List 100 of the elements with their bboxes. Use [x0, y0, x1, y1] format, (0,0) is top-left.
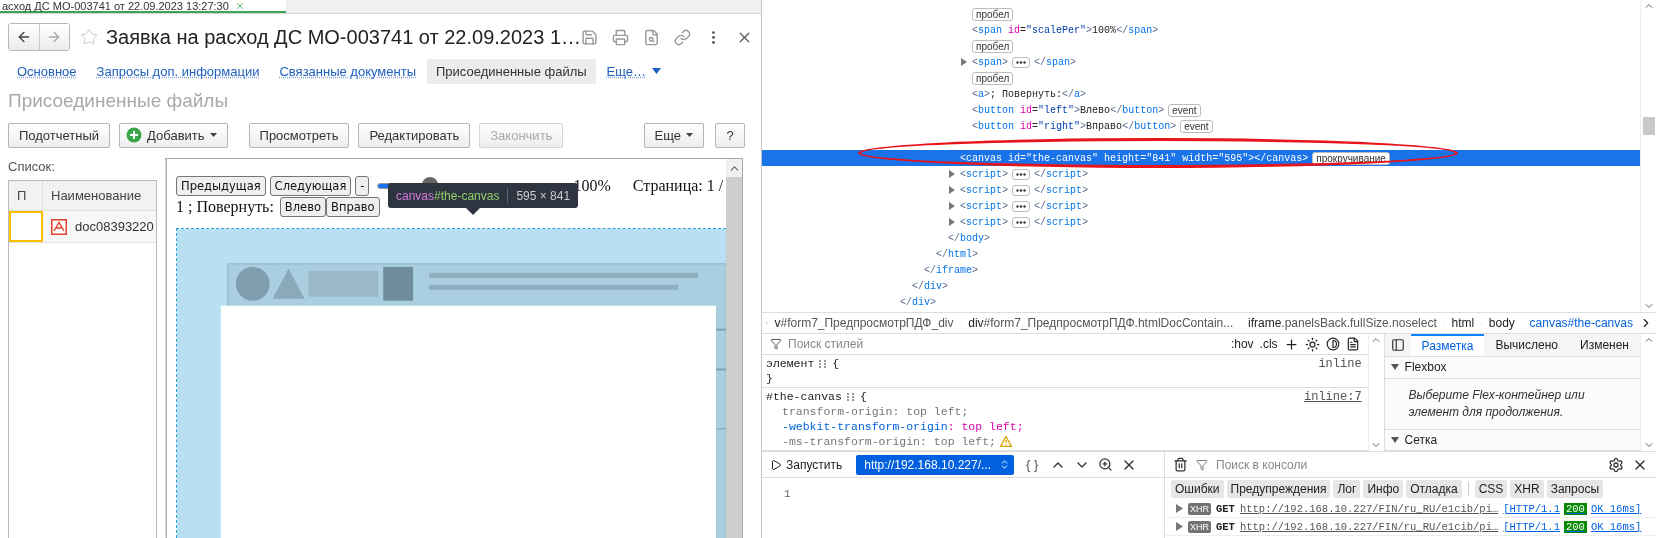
- tab[interactable]: Присоединенные файлы: [427, 58, 596, 84]
- request-url[interactable]: http://192.168.10.227/FIN/ru_RU/e1cib/pi…: [1239, 520, 1499, 533]
- collapsed-triangle-icon[interactable]: [1175, 522, 1183, 531]
- preview-icon[interactable]: [643, 28, 660, 46]
- rule-source[interactable]: inline: [1318, 356, 1362, 371]
- tree-row[interactable]: </iframe>: [762, 262, 1640, 278]
- browser-tab[interactable]: асход ДС МО-003741 от 22.09.2023 13:27:30: [0, 0, 286, 13]
- grid-dots-icon[interactable]: [818, 358, 829, 369]
- scrollbar[interactable]: [726, 159, 742, 538]
- table-cell[interactable]: [9, 211, 43, 242]
- toolbar-button[interactable]: Еще: [643, 122, 704, 148]
- selected-tree-row[interactable]: <canvas id="the-canvas" height="841" width="595"></canvas> прокручивание: [762, 150, 1640, 166]
- tab[interactable]: Связанные документы: [270, 58, 425, 84]
- filter-toggle[interactable]: XHR: [1510, 480, 1544, 498]
- tree-row[interactable]: </html>: [762, 246, 1640, 262]
- response-status[interactable]: [HTTP/1.1 200 OK 16ms]: [1503, 520, 1642, 533]
- page-button[interactable]: -: [355, 175, 370, 196]
- breadcrumb[interactable]: v#form7_ПредпросмотрПДФ_div: [774, 316, 954, 330]
- ellipsis-icon[interactable]: [1012, 200, 1031, 212]
- add-rule-icon[interactable]: [1283, 336, 1299, 352]
- filter-toggle[interactable]: Лог: [1333, 480, 1361, 498]
- filter-toggle[interactable]: Запросы: [1546, 480, 1604, 498]
- breadcrumb[interactable]: iframe.panelsBack.fullSize.noselect: [1248, 316, 1437, 330]
- tab[interactable]: Еще…: [597, 58, 671, 84]
- column-header[interactable]: П: [9, 181, 43, 210]
- filter-toggle[interactable]: Инфо: [1363, 480, 1404, 498]
- tab[interactable]: Основное: [8, 58, 86, 84]
- breadcrumb[interactable]: div#form7_ПредпросмотрПДФ.htmlDocContain...: [968, 316, 1234, 330]
- panel-tab[interactable]: Вычислено: [1484, 334, 1569, 357]
- collapsed-triangle-icon[interactable]: [948, 218, 956, 226]
- url-select[interactable]: http://192.168.10.227/...: [856, 454, 1014, 475]
- ellipsis-icon[interactable]: [1012, 184, 1031, 196]
- settings-icon[interactable]: [1608, 456, 1624, 473]
- page-button[interactable]: Следующая: [269, 175, 352, 196]
- ellipsis-icon[interactable]: [1012, 168, 1031, 180]
- tree-row[interactable]: <script> </script>: [762, 166, 1640, 182]
- table-row[interactable]: doc08393220: [9, 211, 156, 243]
- search-icon[interactable]: [1098, 457, 1114, 472]
- tree-row[interactable]: </div>: [762, 278, 1640, 294]
- scrollbar[interactable]: [1640, 0, 1656, 312]
- filter-toggle[interactable]: Отладка: [1406, 480, 1462, 498]
- breadcrumb[interactable]: body: [1488, 316, 1515, 330]
- column-header[interactable]: Наименование: [43, 181, 156, 210]
- ellipsis-icon[interactable]: [1012, 56, 1031, 68]
- toolbar-button[interactable]: Добавить: [119, 122, 228, 148]
- class-toggle[interactable]: .cls: [1259, 337, 1278, 351]
- tree-row[interactable]: <span id="scalePer">100%</span>: [762, 22, 1640, 38]
- breadcrumb[interactable]: html: [1451, 316, 1475, 330]
- filter-toggle[interactable]: Предупреждения: [1226, 480, 1331, 498]
- toolbar-button[interactable]: Редактировать: [358, 122, 471, 148]
- panel-tab[interactable]: Изменен: [1569, 334, 1640, 357]
- rule-source[interactable]: inline:7: [1304, 389, 1362, 404]
- node-badge[interactable]: event: [1180, 119, 1213, 133]
- response-status[interactable]: [HTTP/1.1 200 OK 16ms]: [1503, 502, 1642, 515]
- tree-row[interactable]: <span> </span>: [762, 54, 1640, 70]
- node-badge[interactable]: event: [1168, 103, 1201, 117]
- tree-row[interactable]: <button id="right">Вправо</button> event: [762, 118, 1640, 134]
- tree-row[interactable]: <script> </script>: [762, 214, 1640, 230]
- document-icon[interactable]: [1345, 337, 1360, 351]
- tree-row[interactable]: пробел: [762, 38, 1640, 54]
- tree-row[interactable]: пробел: [762, 6, 1640, 22]
- ellipsis-icon[interactable]: [1012, 216, 1031, 228]
- tree-row[interactable]: <a>; Повернуть:</a>: [762, 86, 1640, 102]
- tree-row[interactable]: <script> </script>: [762, 198, 1640, 214]
- rotate-button[interactable]: Вправо: [326, 196, 380, 217]
- section-header[interactable]: Сетка: [1384, 429, 1640, 451]
- grid-dots-icon[interactable]: [845, 391, 856, 402]
- save-icon[interactable]: [581, 28, 598, 46]
- tab[interactable]: Запросы доп. информации: [87, 58, 269, 84]
- collapsed-triangle-icon[interactable]: [948, 202, 956, 210]
- light-scheme-icon[interactable]: [1304, 336, 1320, 352]
- sidebar-toggle-icon[interactable]: [1390, 338, 1405, 353]
- rotate-button[interactable]: Влево: [279, 196, 326, 217]
- help-button[interactable]: ?: [715, 122, 745, 148]
- console-filter-field[interactable]: Поиск в консоли: [1216, 457, 1308, 472]
- hover-toggle[interactable]: :hov: [1230, 337, 1254, 351]
- tree-row[interactable]: <script> </script>: [762, 182, 1640, 198]
- filter-toggle[interactable]: CSS: [1474, 480, 1508, 498]
- panel-tab[interactable]: Разметка: [1410, 334, 1485, 357]
- collapsed-triangle-icon[interactable]: [948, 186, 956, 194]
- page-button[interactable]: Предыдущая: [176, 175, 266, 196]
- toolbar-button[interactable]: Подотчетный: [8, 122, 111, 148]
- contrast-icon[interactable]: [1325, 337, 1340, 351]
- trash-icon[interactable]: [1173, 457, 1188, 472]
- star-icon[interactable]: [79, 26, 98, 48]
- tree-row[interactable]: </div>: [762, 294, 1640, 310]
- print-icon[interactable]: [612, 28, 629, 46]
- request-url[interactable]: http://192.168.10.227/FIN/ru_RU/e1cib/pi…: [1239, 502, 1499, 515]
- tree-row[interactable]: пробел: [762, 70, 1640, 86]
- section-header[interactable]: Flexbox: [1384, 357, 1640, 379]
- dropdown-caret-icon[interactable]: [652, 68, 662, 74]
- back-button[interactable]: [9, 24, 39, 50]
- collapsed-triangle-icon[interactable]: [948, 170, 956, 178]
- filter-toggle[interactable]: Ошибки: [1171, 480, 1224, 498]
- scrollbar-thumb[interactable]: [1642, 117, 1655, 135]
- tree-row[interactable]: <button id="left">Влево</button> event: [762, 102, 1640, 118]
- run-button[interactable]: Запустить: [770, 457, 849, 472]
- style-filter-field[interactable]: Поиск стилей: [788, 337, 864, 351]
- collapsed-triangle-icon[interactable]: [1175, 504, 1183, 513]
- tree-row[interactable]: </body>: [762, 230, 1640, 246]
